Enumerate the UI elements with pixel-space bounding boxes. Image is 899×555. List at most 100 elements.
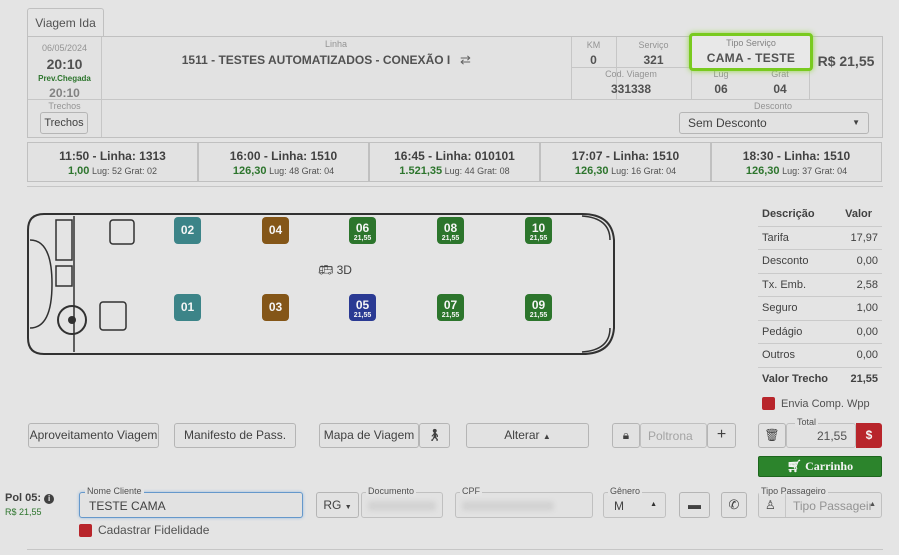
seat-number: 05 bbox=[355, 298, 370, 312]
trip-date: 06/05/2024 bbox=[41, 43, 88, 53]
price-row-tarifa: Tarifa 17,97 bbox=[758, 227, 882, 250]
tipo-passageiro-select[interactable]: Tipo Passageiro ♙ Tipo Passageir ▲ bbox=[758, 486, 882, 518]
row-value: 0,00 bbox=[856, 325, 878, 338]
seat-number: 06 bbox=[355, 221, 370, 235]
row-value: 0,00 bbox=[856, 349, 878, 362]
trip-title: 18:30 - Linha: 1510 bbox=[742, 149, 851, 163]
dollar-button[interactable]: $ bbox=[856, 423, 882, 448]
trip-option-4[interactable]: 18:30 - Linha: 1510 126,30 Lug: 37 Grat:… bbox=[711, 142, 882, 182]
chevron-down-icon: ▼ bbox=[852, 118, 860, 127]
seat-price: 21,55 bbox=[529, 235, 548, 242]
trechos-button[interactable]: Trechos bbox=[40, 112, 88, 134]
tipo-passageiro-placeholder: Tipo Passageir bbox=[793, 499, 873, 513]
poltrona-placeholder: Poltrona bbox=[648, 429, 693, 443]
servico-label: Serviço bbox=[638, 40, 669, 50]
trip-option-1[interactable]: 16:00 - Linha: 1510 126,30 Lug: 48 Grat:… bbox=[198, 142, 369, 182]
col-valor: Valor bbox=[845, 208, 872, 221]
price-row-outros: Outros 0,00 bbox=[758, 344, 882, 368]
seat-number: 10 bbox=[531, 221, 546, 235]
seat-number: 02 bbox=[180, 223, 195, 237]
trip-info: Lug: 48 Grat: 04 bbox=[269, 166, 335, 176]
cod-viagem-value: 331338 bbox=[610, 82, 652, 96]
trip-info: Lug: 37 Grat: 04 bbox=[782, 166, 848, 176]
trip-option-0[interactable]: 11:50 - Linha: 1313 1,00 Lug: 52 Grat: 0… bbox=[27, 142, 198, 182]
redacted-documento bbox=[368, 501, 436, 511]
seat-03[interactable]: 03 bbox=[262, 294, 289, 321]
phone-icon[interactable]: ✆ bbox=[721, 492, 747, 518]
km-label: KM bbox=[586, 40, 601, 50]
seat-09[interactable]: 09 21,55 bbox=[525, 294, 552, 321]
mapa-viagem-button[interactable]: Mapa de Viagem bbox=[319, 423, 419, 448]
envia-wpp-checkbox[interactable]: Envia Comp. Wpp bbox=[762, 397, 870, 410]
seat-05[interactable]: 05 21,55 bbox=[349, 294, 376, 321]
trip-price: 1.521,35 bbox=[399, 165, 443, 177]
trash-icon[interactable]: 🗑︎ bbox=[758, 423, 786, 448]
arrival-label: Prev.Chegada bbox=[38, 74, 91, 83]
trip-option-2[interactable]: 16:45 - Linha: 010101 1.521,35 Lug: 44 G… bbox=[369, 142, 540, 182]
nome-cliente-input[interactable]: Nome Cliente TESTE CAMA bbox=[79, 486, 303, 518]
envia-wpp-label: Envia Comp. Wpp bbox=[781, 397, 870, 410]
trip-title: 17:07 - Linha: 1510 bbox=[571, 149, 680, 163]
view-3d-toggle[interactable]: 🚌︎ 3D bbox=[318, 263, 352, 277]
seat-06[interactable]: 06 21,55 bbox=[349, 217, 376, 244]
seat-08[interactable]: 08 21,55 bbox=[437, 217, 464, 244]
poltrona-input[interactable]: Poltrona bbox=[640, 423, 707, 448]
tipo-servico-box: Tipo Serviço CAMA - TESTE bbox=[689, 33, 813, 71]
doc-type-value: RG bbox=[323, 498, 342, 512]
trip-price: 1,00 bbox=[68, 165, 90, 177]
documento-input[interactable]: Documento bbox=[361, 486, 443, 518]
seat-price: 21,55 bbox=[353, 312, 372, 319]
cart-icon: 🛒︎ bbox=[786, 459, 803, 473]
seat-04[interactable]: 04 bbox=[262, 217, 289, 244]
lock-icon[interactable]: 🔒︎ bbox=[612, 423, 640, 448]
row-label: Tx. Emb. bbox=[762, 278, 807, 291]
trip-price: 126,30 bbox=[574, 165, 609, 177]
desconto-select[interactable]: Sem Desconto ▼ bbox=[679, 112, 869, 134]
seat-01[interactable]: 01 bbox=[174, 294, 201, 321]
genero-select[interactable]: Gênero M ▲ bbox=[603, 486, 666, 518]
info-icon[interactable]: i bbox=[44, 494, 55, 504]
redacted-cpf bbox=[462, 501, 554, 511]
genero-label: Gênero bbox=[608, 486, 643, 496]
carrinho-button[interactable]: 🛒︎ Carrinho bbox=[758, 456, 882, 477]
desconto-label: Desconto bbox=[753, 101, 793, 111]
arrival-time: 20:10 bbox=[49, 86, 80, 100]
seat-07[interactable]: 07 21,55 bbox=[437, 294, 464, 321]
trip-price: R$ 21,55 bbox=[817, 53, 875, 69]
tipo-servico-value: CAMA - TESTE bbox=[706, 51, 796, 65]
swap-route-icon[interactable]: ⇄ bbox=[460, 52, 471, 68]
manifesto-button[interactable]: Manifesto de Pass. bbox=[174, 423, 296, 448]
price-table: Descrição Valor Tarifa 17,97 Desconto 0,00 … bbox=[758, 203, 882, 391]
seat-10[interactable]: 10 21,55 bbox=[525, 217, 552, 244]
tipo-passageiro-label: Tipo Passageiro bbox=[759, 486, 828, 496]
caret-up-icon: ▲ bbox=[542, 432, 551, 441]
walking-person-icon[interactable]: 🚶︎ bbox=[419, 423, 450, 448]
trip-time: 20:10 bbox=[46, 56, 83, 72]
fidelidade-checkbox[interactable]: Cadastrar Fidelidade bbox=[79, 523, 209, 537]
id-card-icon[interactable]: ▬ bbox=[679, 492, 710, 518]
cpf-input[interactable]: CPF bbox=[455, 486, 593, 518]
servico-value: 321 bbox=[643, 53, 664, 67]
add-icon[interactable]: + bbox=[707, 423, 736, 448]
doc-type-select[interactable]: RG ▼ bbox=[316, 492, 359, 518]
seat-price: 21,55 bbox=[441, 235, 460, 242]
total-field: Total 21,55 bbox=[786, 417, 856, 448]
tab-viagem-ida[interactable]: Viagem Ida bbox=[27, 8, 104, 37]
seat-price: 21,55 bbox=[529, 312, 548, 319]
linha-label: Linha bbox=[324, 39, 348, 49]
trip-option-3[interactable]: 17:07 - Linha: 1510 126,30 Lug: 16 Grat:… bbox=[540, 142, 711, 182]
seat-number: 04 bbox=[268, 223, 283, 237]
seat-price: 21,55 bbox=[441, 312, 460, 319]
seat-number: 08 bbox=[443, 221, 458, 235]
carrinho-label: Carrinho bbox=[805, 459, 854, 473]
aproveitamento-button[interactable]: Aproveitamento Viagem bbox=[28, 423, 159, 448]
row-label: Seguro bbox=[762, 302, 798, 315]
trip-info: Lug: 16 Grat: 04 bbox=[611, 166, 677, 176]
alterar-dropdown[interactable]: Alterar ▲ bbox=[466, 423, 589, 448]
bus-icon: 🚌︎ bbox=[318, 263, 334, 277]
seat-02[interactable]: 02 bbox=[174, 217, 201, 244]
row-value: 0,00 bbox=[856, 255, 878, 268]
trip-info: Lug: 44 Grat: 08 bbox=[444, 166, 510, 176]
row-value: 2,58 bbox=[856, 278, 878, 291]
pol-label: Pol 05: i bbox=[5, 492, 55, 504]
